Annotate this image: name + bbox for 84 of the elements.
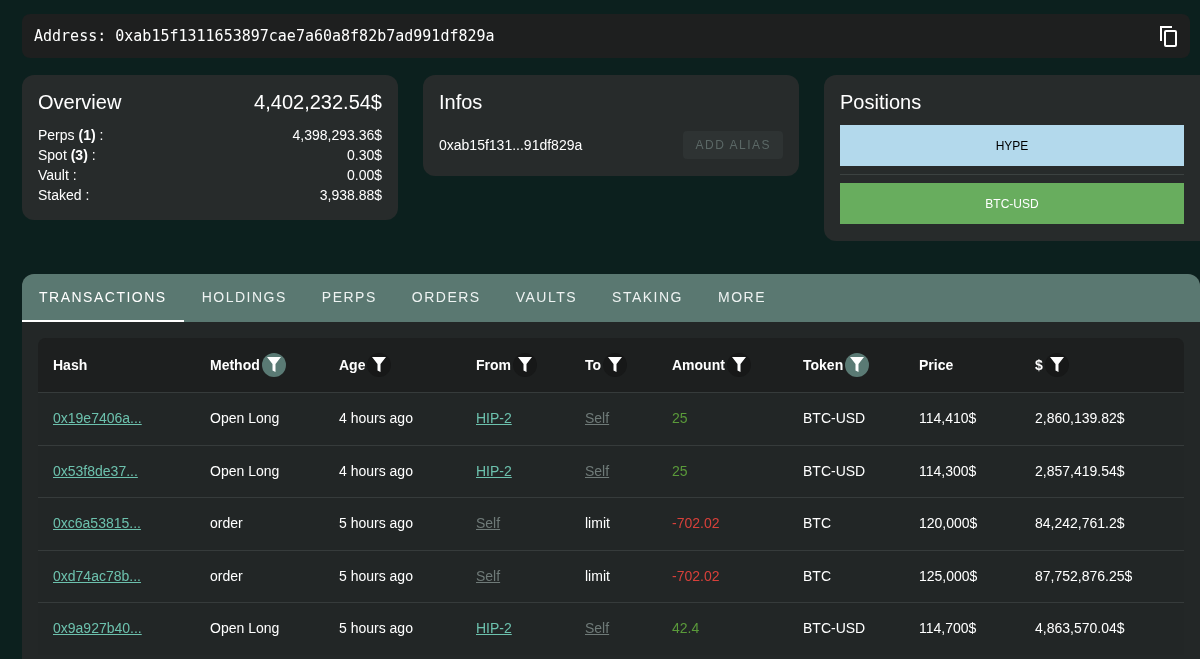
table-cell: BTC bbox=[803, 567, 831, 584]
table-cell: BTC-USD bbox=[803, 620, 866, 637]
table-cell: 4 hours ago bbox=[339, 410, 413, 427]
table-cell: BTC bbox=[803, 515, 831, 532]
overview-value: 3,938.88$ bbox=[319, 186, 382, 205]
table-cell: 114,300$ bbox=[919, 462, 977, 479]
column-header: Age bbox=[339, 355, 366, 375]
filter-icon[interactable] bbox=[513, 353, 537, 377]
card-title: Infos bbox=[439, 90, 484, 115]
hash-link[interactable]: 0x19e7406a... bbox=[53, 410, 142, 427]
table-cell: Open Long bbox=[210, 620, 280, 637]
amount-cell: -702.02 bbox=[672, 567, 720, 584]
copy-icon[interactable] bbox=[1158, 25, 1178, 47]
table-cell: Open Long bbox=[210, 462, 280, 479]
filter-icon[interactable] bbox=[1044, 353, 1069, 377]
column-header: $ bbox=[1035, 355, 1043, 375]
tab[interactable]: MORE bbox=[701, 274, 783, 322]
overview-value: 4,398,293.36$ bbox=[292, 126, 382, 145]
table-cell: 4,863,570.04$ bbox=[1035, 620, 1125, 637]
table-cell: 125,000$ bbox=[919, 567, 978, 584]
amount-cell: 25 bbox=[672, 410, 688, 427]
column-header: Method bbox=[210, 355, 260, 375]
table-row[interactable]: 0xc6a53815... order 5 hours ago Self limit -702.02 BTC 120,000$ 84,242,761.2$ bbox=[38, 497, 1184, 550]
table-cell: 5 hours ago bbox=[339, 567, 413, 584]
hash-link[interactable]: 0xd74ac78b... bbox=[53, 567, 141, 584]
tab[interactable]: TRANSACTIONS bbox=[22, 274, 184, 322]
tab[interactable]: VAULTS bbox=[498, 274, 595, 322]
table-cell: 114,700$ bbox=[919, 620, 977, 637]
column-header: Hash bbox=[53, 355, 88, 375]
table-cell: order bbox=[210, 567, 243, 584]
filter-icon[interactable] bbox=[367, 353, 392, 377]
table-cell: 114,410$ bbox=[919, 410, 977, 427]
filter-icon[interactable] bbox=[261, 353, 286, 377]
overview-label: Spot (3) : bbox=[38, 146, 96, 165]
table-cell: 5 hours ago bbox=[339, 620, 413, 637]
amount-cell: 42.4 bbox=[672, 620, 700, 637]
column-header: Amount bbox=[672, 355, 725, 375]
table-cell: 2,860,139.82$ bbox=[1035, 410, 1125, 427]
table-cell: BTC-USD bbox=[803, 462, 866, 479]
address-text: Address: 0xab15f1311653897cae7a60a8f82b7ad991df829a bbox=[34, 25, 495, 47]
table-cell: limit bbox=[585, 515, 610, 532]
short-address: 0xab15f131...91df829a bbox=[439, 135, 583, 155]
amount-cell: 25 bbox=[672, 462, 688, 479]
table-row[interactable]: 0x53f8de37... Open Long 4 hours ago HIP-2 Self 25 BTC-USD 114,300$ 2,857,419.54$ bbox=[38, 444, 1184, 497]
column-header: To bbox=[585, 355, 602, 375]
hash-link[interactable]: 0x9a927b40... bbox=[53, 620, 142, 637]
column-header: From bbox=[476, 355, 511, 375]
table-cell: order bbox=[210, 515, 243, 532]
tab[interactable]: STAKING bbox=[595, 274, 700, 322]
total-value: 4,402,232.54$ bbox=[254, 90, 382, 115]
table-row[interactable]: 0xd74ac78b... order 5 hours ago Self limit -702.02 BTC 125,000$ 87,752,876.25$ bbox=[38, 549, 1184, 602]
column-header: Token bbox=[803, 355, 844, 375]
table-row[interactable]: 0x19e7406a... Open Long 4 hours ago HIP-2 Self 25 BTC-USD 114,410$ 2,860,139.82$ bbox=[38, 392, 1184, 445]
table-cell: limit bbox=[585, 567, 610, 584]
hash-link[interactable]: 0x53f8de37... bbox=[53, 462, 138, 479]
tab[interactable]: PERPS bbox=[304, 274, 394, 322]
tab[interactable]: ORDERS bbox=[394, 274, 498, 322]
overview-value: 0.30$ bbox=[346, 146, 382, 165]
card-title: Positions bbox=[840, 90, 923, 115]
address-link[interactable]: HIP-2 bbox=[476, 462, 512, 479]
overview-label: Perps (1) : bbox=[38, 126, 104, 145]
table-row[interactable]: 0x9a927b40... Open Long 5 hours ago HIP-2 Self 42.4 BTC-USD 114,700$ 4,863,570.04$ bbox=[38, 602, 1184, 655]
table-cell: Open Long bbox=[210, 410, 280, 427]
table-cell: 4 hours ago bbox=[339, 462, 413, 479]
filter-icon[interactable] bbox=[603, 353, 628, 377]
overview-label: Vault : bbox=[38, 166, 77, 185]
overview-value: 0.00$ bbox=[346, 166, 382, 185]
filter-icon[interactable] bbox=[845, 353, 870, 377]
table-cell: BTC-USD bbox=[803, 410, 866, 427]
overview-label: Staked : bbox=[38, 186, 90, 205]
filter-icon[interactable] bbox=[726, 353, 751, 377]
table-cell: 120,000$ bbox=[919, 515, 978, 532]
table-cell: 2,857,419.54$ bbox=[1035, 462, 1125, 479]
table-cell: 84,242,761.2$ bbox=[1035, 515, 1125, 532]
table-cell: 5 hours ago bbox=[339, 515, 413, 532]
amount-cell: -702.02 bbox=[672, 515, 720, 532]
hash-link[interactable]: 0xc6a53815... bbox=[53, 515, 141, 532]
position-bar[interactable]: HYPE bbox=[840, 125, 1184, 166]
tab[interactable]: HOLDINGS bbox=[184, 274, 304, 322]
column-header: Price bbox=[919, 355, 954, 375]
address-link[interactable]: HIP-2 bbox=[476, 620, 512, 637]
table-cell: 87,752,876.25$ bbox=[1035, 567, 1133, 584]
card-title: Overview bbox=[38, 90, 122, 115]
address-link[interactable]: HIP-2 bbox=[476, 410, 512, 427]
